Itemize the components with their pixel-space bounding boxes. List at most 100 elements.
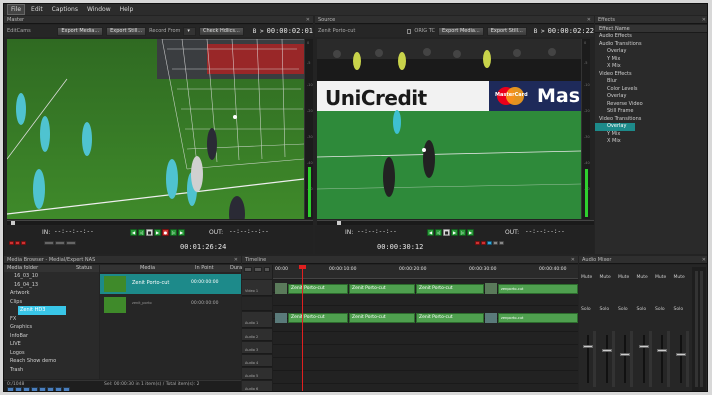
refresh-icon[interactable]: [31, 387, 38, 391]
mute-button[interactable]: Mute: [637, 275, 648, 280]
fader-handle[interactable]: [657, 349, 667, 352]
mute-button[interactable]: Mute: [600, 275, 611, 280]
effects-item[interactable]: Blur: [595, 78, 707, 86]
menu-help[interactable]: Help: [117, 5, 137, 14]
folder-item[interactable]: Trash: [4, 366, 99, 375]
overwrite-icon[interactable]: [55, 241, 65, 245]
effects-item[interactable]: X Mix: [595, 138, 707, 146]
effects-item[interactable]: Overlay: [595, 48, 707, 56]
delete-icon[interactable]: [15, 387, 22, 391]
folder-item[interactable]: 16_04_13: [4, 281, 99, 290]
master-fader[interactable]: [692, 267, 706, 391]
export-media-button[interactable]: Export Media...: [57, 26, 104, 36]
mute-button[interactable]: Mute: [618, 275, 629, 280]
timeline-ruler[interactable]: 00:00 00:00:10:00 00:00:20:00 00:00:30:0…: [273, 265, 578, 279]
folder-item[interactable]: InfoBar: [4, 332, 99, 341]
check-button[interactable]: Check Hdlics...: [198, 26, 244, 36]
close-icon[interactable]: ✕: [306, 16, 310, 24]
pointer-tool-icon[interactable]: [244, 267, 252, 272]
timeline-audio-clip[interactable]: Zenit Porto-cut: [288, 313, 348, 323]
close-icon[interactable]: ✕: [702, 16, 706, 24]
stop-icon[interactable]: ■: [443, 228, 450, 236]
playhead[interactable]: [302, 265, 303, 391]
settings-icon[interactable]: [63, 387, 70, 391]
step-back-icon[interactable]: ◀: [427, 228, 434, 236]
play-icon[interactable]: ▶: [451, 228, 458, 236]
effects-category[interactable]: Video Effects: [595, 71, 707, 79]
razor-tool-icon[interactable]: [254, 267, 262, 272]
folder-item[interactable]: Graphics: [4, 323, 99, 332]
menu-edit[interactable]: Edit: [28, 5, 46, 14]
solo-button[interactable]: Solo: [674, 307, 684, 312]
effects-item[interactable]: Overlay: [595, 123, 635, 131]
solo-button[interactable]: Solo: [600, 307, 610, 312]
stop-icon[interactable]: ■: [146, 228, 153, 236]
track-head-audio3[interactable]: Audio 3: [242, 342, 272, 354]
source-export-media-button[interactable]: Export Media...: [438, 26, 484, 36]
folder-item[interactable]: Zenit HD3: [18, 306, 66, 315]
folder-item[interactable]: Clips: [4, 298, 99, 307]
play-reverse-icon[interactable]: ◁: [138, 228, 145, 236]
solo-button[interactable]: Solo: [655, 307, 665, 312]
track-head-audio4[interactable]: Audio 4: [242, 355, 272, 367]
timeline-audio-clip[interactable]: Zenit Porto-cut: [349, 313, 415, 323]
solo-button[interactable]: Solo: [637, 307, 647, 312]
mute-button[interactable]: Mute: [674, 275, 685, 280]
effects-item[interactable]: X Mix: [595, 63, 707, 71]
track-head-audio5[interactable]: Audio 5: [242, 368, 272, 380]
mark-out-icon[interactable]: [481, 241, 486, 245]
menu-window[interactable]: Window: [84, 5, 114, 14]
fader-handle[interactable]: [583, 345, 593, 348]
timeline-audio-clip[interactable]: zenporto-cut: [498, 313, 578, 323]
replace-icon[interactable]: [493, 241, 498, 245]
source-video-frame[interactable]: UniCredit MasterCard Mas: [317, 39, 581, 219]
timeline-video-clip[interactable]: Zenit Porto-cut: [349, 284, 415, 294]
mark-in-icon[interactable]: [475, 241, 480, 245]
effects-item[interactable]: Overlay: [595, 93, 707, 101]
solo-button[interactable]: Solo: [581, 307, 591, 312]
folder-item[interactable]: Logos: [4, 349, 99, 358]
close-icon[interactable]: ✕: [571, 256, 575, 264]
effects-category[interactable]: Audio Effects: [595, 33, 707, 41]
master-video-frame[interactable]: [7, 39, 304, 219]
source-export-still-button[interactable]: Export Still...: [486, 26, 527, 36]
effects-item[interactable]: Y Mix: [595, 56, 707, 64]
effects-item[interactable]: Still Frame: [595, 108, 707, 116]
close-icon[interactable]: ✕: [702, 256, 706, 264]
export-still-button[interactable]: Export Still...: [106, 26, 147, 36]
play-reverse-icon[interactable]: ◁: [435, 228, 442, 236]
timeline-video-clip[interactable]: Zenit Porto-cut: [416, 284, 484, 294]
mute-button[interactable]: Mute: [581, 275, 592, 280]
orig-tc-checkbox[interactable]: [407, 28, 412, 34]
step-forward-icon[interactable]: ▶: [178, 228, 185, 236]
effects-category[interactable]: Video Transitions: [595, 116, 707, 124]
zoom-tool-icon[interactable]: [264, 267, 270, 272]
step-forward-icon[interactable]: ▶: [467, 228, 474, 236]
clear-mark-icon[interactable]: [21, 241, 26, 245]
effects-item[interactable]: Reverse Video: [595, 101, 707, 109]
track-head-video[interactable]: Video 1: [242, 280, 272, 296]
record-from-dropdown[interactable]: ▾: [183, 26, 196, 36]
append-icon[interactable]: [499, 241, 504, 245]
folder-item[interactable]: FX: [4, 315, 99, 324]
close-icon[interactable]: ✕: [234, 256, 238, 264]
master-scrub-handle[interactable]: [11, 221, 15, 225]
solo-button[interactable]: Solo: [618, 307, 628, 312]
import-icon[interactable]: [23, 387, 30, 391]
timeline-video-clip[interactable]: Zenit Porto-cut: [288, 284, 348, 294]
fader-handle[interactable]: [601, 349, 612, 352]
folder-item[interactable]: 16_03_10: [4, 272, 99, 281]
source-scrub-bar[interactable]: [317, 220, 594, 225]
grid-view-icon[interactable]: [55, 387, 62, 391]
fader-handle[interactable]: [675, 353, 686, 356]
play-icon[interactable]: ▶: [154, 228, 161, 236]
clip-row[interactable]: Zenit Porto-cut 00:00:00:00: [100, 274, 241, 294]
menu-file[interactable]: File: [7, 4, 26, 15]
playhead-handle[interactable]: [299, 265, 306, 269]
folder-item[interactable]: Artwork: [4, 289, 99, 298]
track-head-audio1[interactable]: Audio 1: [242, 312, 272, 328]
fader-handle[interactable]: [620, 353, 630, 356]
clip-row[interactable]: zenit_porto 00:00:00:00: [100, 295, 241, 315]
fader-handle[interactable]: [638, 345, 649, 348]
menu-captions[interactable]: Captions: [49, 5, 81, 14]
